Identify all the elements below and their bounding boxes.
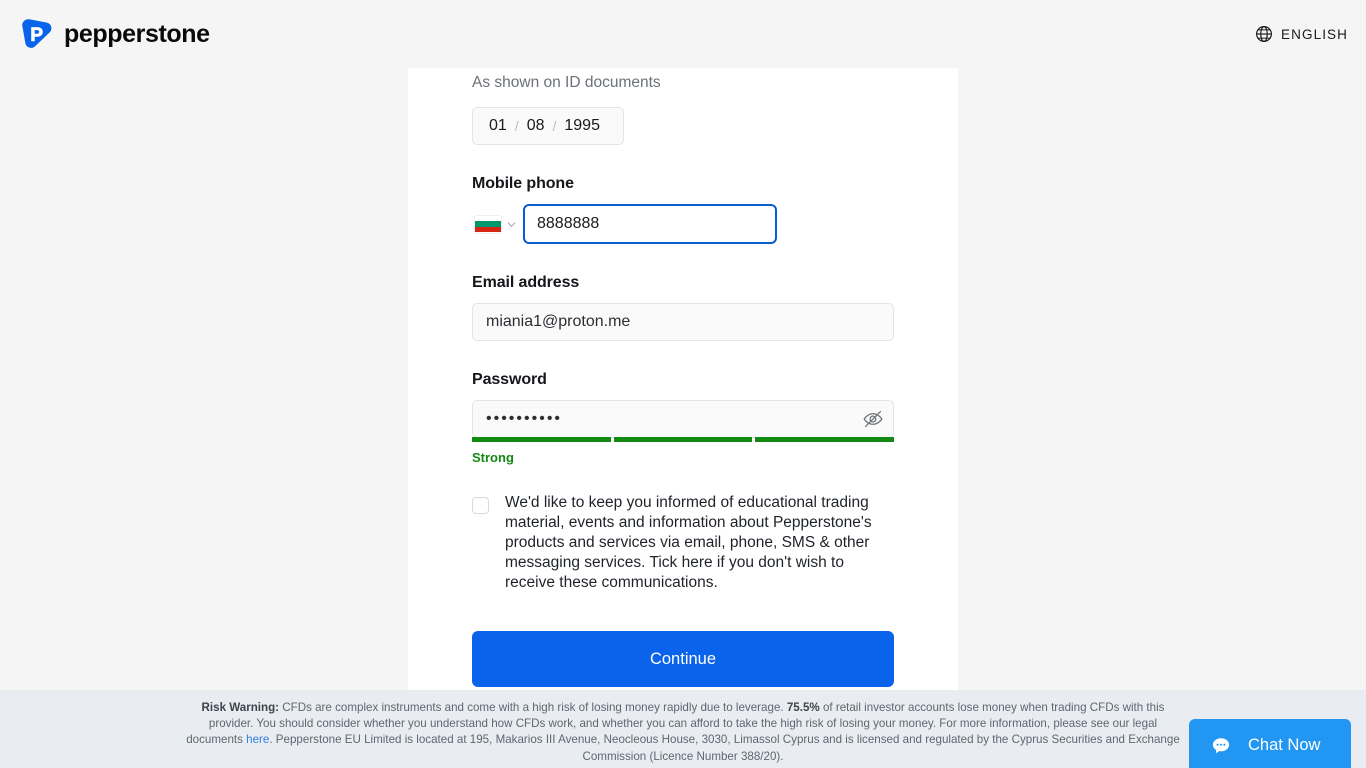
legal-documents-link[interactable]: here: [246, 733, 269, 746]
marketing-consent-row: We'd like to keep you informed of educat…: [472, 493, 894, 593]
country-code-selector[interactable]: [472, 204, 523, 244]
chevron-down-icon: [507, 222, 516, 227]
chat-bubble-icon: [1212, 737, 1230, 753]
email-label: Email address: [472, 274, 580, 291]
dob-day[interactable]: 01: [483, 117, 513, 135]
strength-segment-1: [472, 437, 611, 442]
dob-month[interactable]: 08: [521, 117, 551, 135]
continue-button[interactable]: Continue: [472, 631, 894, 687]
password-visibility-toggle[interactable]: [862, 408, 884, 430]
strength-segment-2: [613, 437, 753, 442]
chat-now-button[interactable]: Chat Now: [1189, 719, 1351, 768]
mobile-phone-row: [472, 204, 894, 244]
dob-year[interactable]: 1995: [558, 117, 606, 135]
mobile-phone-input[interactable]: [523, 204, 777, 244]
globe-icon: [1256, 26, 1272, 42]
language-label: ENGLISH: [1281, 26, 1348, 42]
date-of-birth-field[interactable]: 01 / 08 / 1995: [472, 107, 624, 145]
pepperstone-logo-icon: [22, 19, 52, 48]
page-header: pepperstone ENGLISH: [0, 0, 1366, 68]
marketing-consent-text: We'd like to keep you informed of educat…: [505, 494, 872, 591]
registration-form-card: As shown on ID documents 01 / 08 / 1995 …: [408, 68, 958, 690]
dob-separator-1: /: [514, 118, 519, 134]
risk-warning-footer: Risk Warning: CFDs are complex instrumen…: [0, 690, 1366, 768]
dob-separator-2: /: [552, 118, 557, 134]
eye-off-icon: [863, 410, 883, 428]
risk-warning-text: Risk Warning: CFDs are complex instrumen…: [182, 700, 1184, 765]
strength-segment-3: [755, 437, 895, 442]
password-label: Password: [472, 371, 547, 388]
risk-percentage: 75.5%: [786, 701, 820, 714]
brand-logo[interactable]: pepperstone: [18, 16, 210, 52]
chat-now-label: Chat Now: [1248, 736, 1321, 754]
password-strength-label: Strong: [472, 450, 514, 465]
mobile-phone-label: Mobile phone: [472, 175, 574, 192]
language-selector[interactable]: ENGLISH: [1255, 25, 1348, 43]
password-field-wrapper: [472, 400, 895, 442]
brand-name: pepperstone: [64, 19, 210, 48]
risk-text-part-1: CFDs are complex instruments and come wi…: [279, 701, 787, 714]
password-strength-meter: [472, 437, 895, 442]
password-input[interactable]: [472, 400, 894, 438]
risk-warning-label: Risk Warning:: [201, 701, 280, 714]
dob-hint: As shown on ID documents: [472, 74, 661, 91]
bulgaria-flag-icon: [475, 215, 501, 233]
risk-text-part-3: . Pepperstone EU Limited is located at 1…: [269, 733, 1180, 763]
email-input[interactable]: [472, 303, 894, 341]
marketing-consent-checkbox[interactable]: [472, 497, 489, 514]
